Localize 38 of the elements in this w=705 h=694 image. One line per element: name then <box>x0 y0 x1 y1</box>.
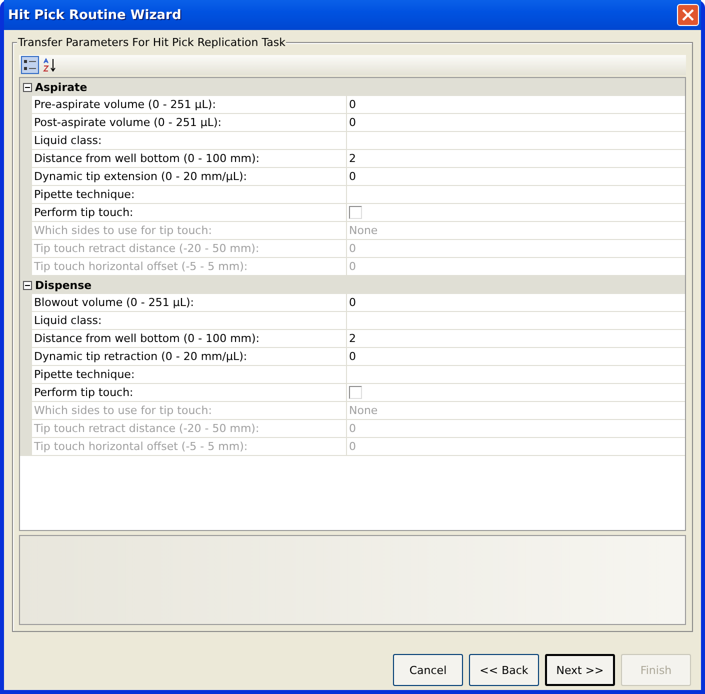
categorized-icon <box>23 58 37 72</box>
category-header[interactable]: Aspirate <box>20 78 685 96</box>
property-label[interactable]: Liquid class: <box>32 312 347 330</box>
collapse-icon[interactable] <box>23 82 32 92</box>
category-name: Dispense <box>35 278 92 292</box>
wizard-button[interactable]: << Back <box>469 654 539 686</box>
category-name: Aspirate <box>35 80 88 94</box>
property-label[interactable]: Dynamic tip retraction (0 - 20 mm/µL): <box>32 348 347 366</box>
property-value[interactable]: 0 <box>347 114 685 132</box>
wizard-button[interactable]: Next >> <box>545 654 615 686</box>
category-header[interactable]: Dispense <box>20 276 685 294</box>
checkbox[interactable] <box>349 386 362 399</box>
property-label[interactable]: Pipette technique: <box>32 186 347 204</box>
property-label[interactable]: Pre-aspirate volume (0 - 251 µL): <box>32 96 347 114</box>
property-value[interactable]: 2 <box>347 330 685 348</box>
checkbox[interactable] <box>349 206 362 219</box>
sort-icon <box>43 58 57 72</box>
property-value[interactable]: 0 <box>347 96 685 114</box>
property-label[interactable]: Dynamic tip extension (0 - 20 mm/µL): <box>32 168 347 186</box>
property-label[interactable]: Perform tip touch: <box>32 204 347 222</box>
property-value[interactable]: 0 <box>347 294 685 312</box>
property-value[interactable]: 2 <box>347 150 685 168</box>
wizard-button[interactable]: Cancel <box>393 654 463 686</box>
property-value[interactable]: 0 <box>347 348 685 366</box>
collapse-icon[interactable] <box>23 280 32 290</box>
close-button[interactable] <box>677 4 699 26</box>
property-label[interactable]: Liquid class: <box>32 132 347 150</box>
property-label[interactable]: Pipette technique: <box>32 366 347 384</box>
property-value[interactable]: 0 <box>347 168 685 186</box>
property-label[interactable]: Post-aspirate volume (0 - 251 µL): <box>32 114 347 132</box>
close-icon <box>682 9 694 21</box>
window-title: Hit Pick Routine Wizard <box>8 8 182 22</box>
categorized-button[interactable] <box>21 56 39 74</box>
property-label[interactable]: Blowout volume (0 - 251 µL): <box>32 294 347 312</box>
property-label[interactable]: Distance from well bottom (0 - 100 mm): <box>32 330 347 348</box>
group-title: Transfer Parameters For Hit Pick Replication Task <box>17 36 286 49</box>
property-label[interactable]: Distance from well bottom (0 - 100 mm): <box>32 150 347 168</box>
property-label[interactable]: Perform tip touch: <box>32 384 347 402</box>
